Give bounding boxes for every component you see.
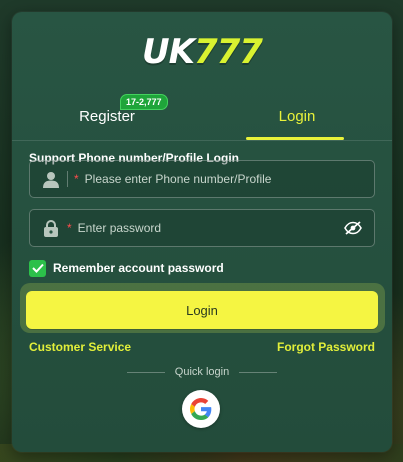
password-input[interactable] <box>77 210 342 246</box>
customer-service-link[interactable]: Customer Service <box>29 340 131 354</box>
tab-register[interactable]: Register 17-2,777 <box>12 92 202 140</box>
tabs-divider <box>12 140 392 141</box>
divider-line <box>239 371 278 373</box>
divider-line <box>126 371 165 373</box>
remember-password-option[interactable]: Remember account password <box>29 259 224 277</box>
tab-register-label: Register <box>79 107 135 125</box>
password-field: * <box>29 209 375 247</box>
login-button[interactable]: Login <box>26 291 378 329</box>
phone-field: * <box>29 160 375 198</box>
logo-uk-text: UK <box>142 32 195 72</box>
checkmark-icon <box>31 263 44 273</box>
brand-logo: UK 777 <box>12 32 392 72</box>
required-mark: * <box>67 221 72 235</box>
forgot-password-link[interactable]: Forgot Password <box>277 340 375 354</box>
phone-input[interactable] <box>84 161 374 197</box>
login-card: UK 777 Register 17-2,777 Login Support Ph… <box>12 12 392 452</box>
quick-login-divider: Quick login <box>12 365 392 379</box>
remember-label: Remember account password <box>53 261 224 275</box>
required-mark: * <box>74 172 79 186</box>
eye-off-icon[interactable] <box>342 217 364 239</box>
quick-login-label: Quick login <box>174 366 230 378</box>
google-login-button[interactable] <box>182 390 220 428</box>
field-separator <box>67 171 68 187</box>
user-icon <box>41 169 61 189</box>
remember-checkbox[interactable] <box>29 259 46 277</box>
register-badge: 17-2,777 <box>120 94 168 110</box>
tab-login-label: Login <box>278 107 316 125</box>
google-icon <box>190 398 212 420</box>
auth-tabs: Register 17-2,777 Login <box>12 92 392 140</box>
logo-number-text: 777 <box>193 32 263 72</box>
tab-login[interactable]: Login <box>202 92 392 140</box>
lock-icon <box>41 218 61 238</box>
